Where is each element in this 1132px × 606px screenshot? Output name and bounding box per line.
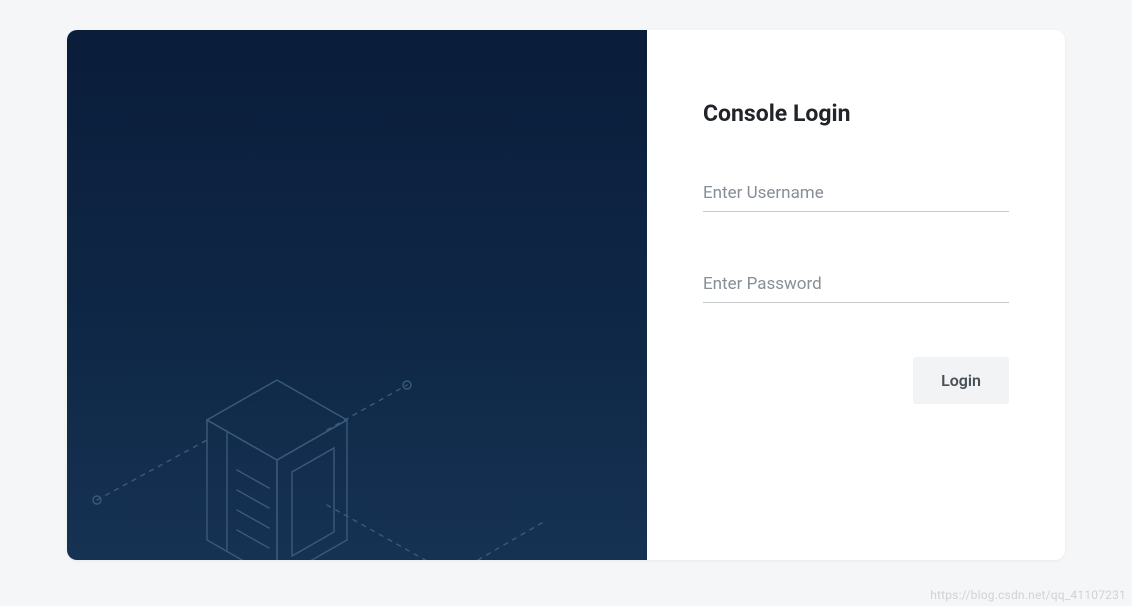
watermark-text: https://blog.csdn.net/qq_41107231 xyxy=(930,588,1126,602)
hero-panel xyxy=(67,30,647,560)
page-title: Console Login xyxy=(703,100,1009,127)
username-field-wrap xyxy=(703,177,1009,212)
login-button[interactable]: Login xyxy=(913,357,1009,404)
login-form-panel: Console Login Login xyxy=(647,30,1065,560)
server-cube-icon xyxy=(67,250,647,560)
username-input[interactable] xyxy=(703,177,1009,212)
password-input[interactable] xyxy=(703,268,1009,303)
login-card: Console Login Login xyxy=(67,30,1065,560)
password-field-wrap xyxy=(703,268,1009,303)
form-actions: Login xyxy=(703,357,1009,404)
